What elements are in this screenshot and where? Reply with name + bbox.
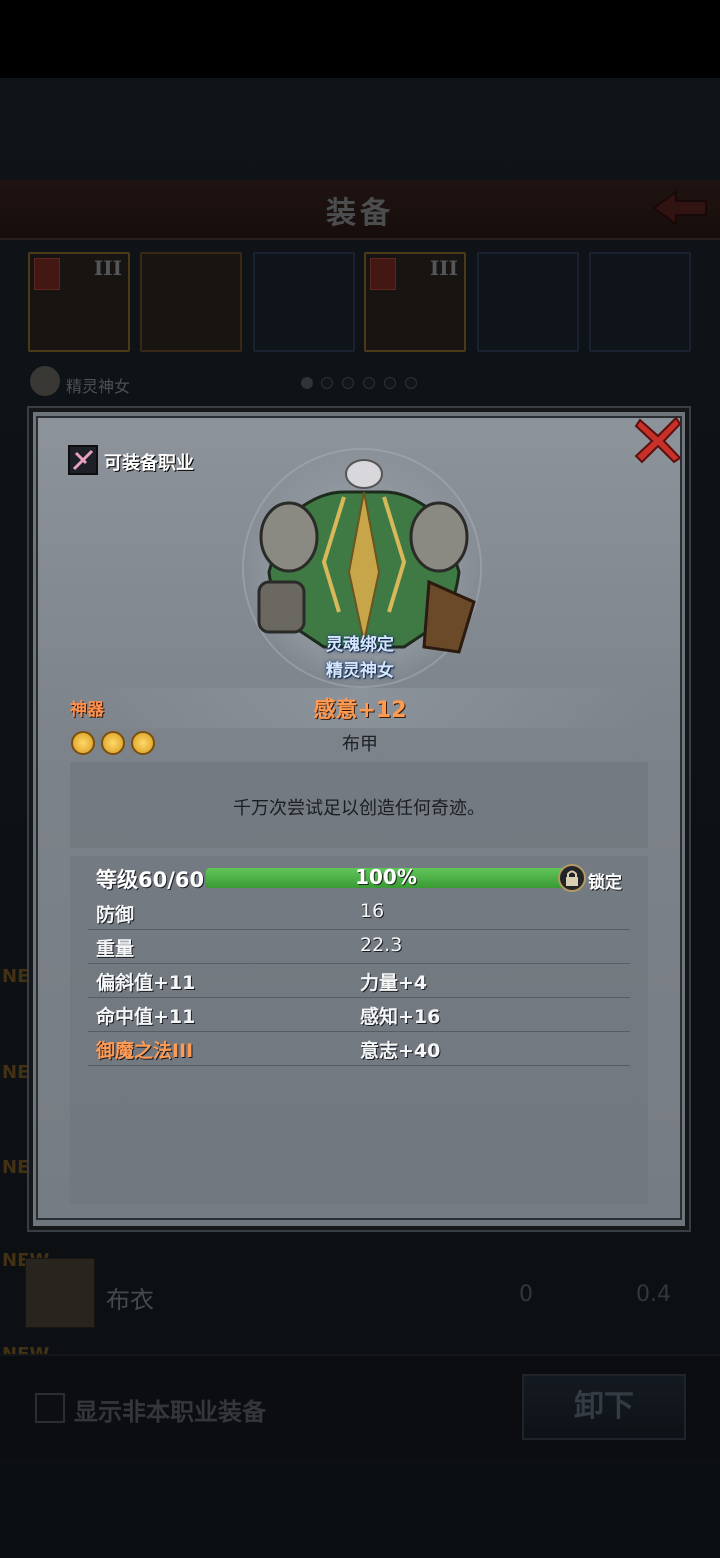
- close-button[interactable]: [630, 412, 686, 468]
- equippable-class-label[interactable]: 可装备职业: [104, 449, 194, 475]
- lock-label[interactable]: 锁定: [588, 868, 622, 893]
- rarity-label: 神器: [70, 700, 104, 720]
- close-icon: [634, 416, 682, 464]
- stat-value: 力量+4: [360, 972, 428, 994]
- level-label: 等级60/60: [96, 868, 205, 892]
- stat-row: 御魔之法III 意志+40: [88, 1032, 630, 1066]
- socket-gem-icon: [131, 731, 155, 755]
- stat-name: 重量: [96, 938, 135, 960]
- stat-name: 防御: [96, 904, 135, 926]
- stat-row: 防御 16: [88, 896, 630, 930]
- stat-row: 偏斜值+11 力量+4: [88, 964, 630, 998]
- stat-name: 命中值+11: [96, 1006, 196, 1028]
- socket-gem-icon: [71, 731, 95, 755]
- lock-icon[interactable]: [558, 864, 586, 892]
- stat-value: 意志+40: [360, 1040, 441, 1062]
- item-description: 千万次尝试足以创造任何奇迹。: [233, 798, 485, 819]
- stat-name: 御魔之法III: [96, 1040, 194, 1062]
- item-type: 布甲: [342, 734, 378, 755]
- item-name: 感意+12: [313, 698, 407, 723]
- owner-label: 精灵神女: [326, 661, 394, 681]
- stat-row: 命中值+11 感知+16: [88, 998, 630, 1032]
- socket-gem-icon: [101, 731, 125, 755]
- stat-name: 偏斜值+11: [96, 972, 196, 994]
- stat-value: 16: [360, 900, 385, 922]
- stat-value: 感知+16: [360, 1006, 441, 1028]
- stat-row: 重量 22.3: [88, 930, 630, 964]
- stat-value: 22.3: [360, 934, 403, 956]
- class-icon: [68, 445, 98, 475]
- status-bar: [0, 0, 720, 78]
- level-progress-text: 100%: [355, 865, 417, 889]
- soulbound-label: 灵魂绑定: [326, 635, 394, 655]
